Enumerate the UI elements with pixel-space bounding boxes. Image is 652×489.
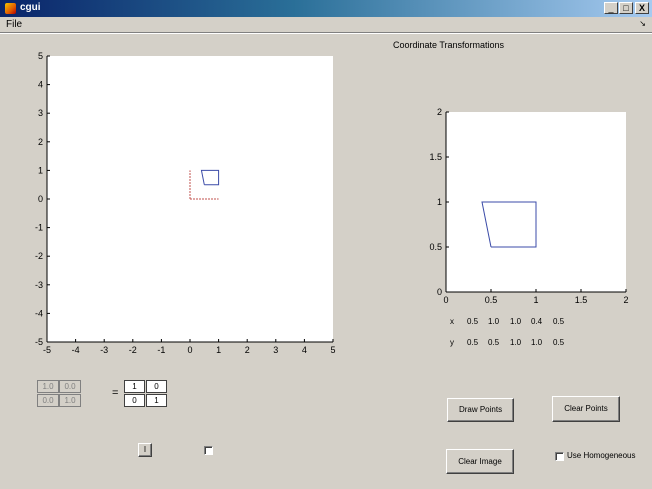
x-value: 1.0 (510, 317, 522, 326)
y-value: 1.0 (531, 338, 543, 347)
y-row-label: y (450, 338, 454, 347)
right-x-tick-label: 0 (443, 295, 448, 305)
x-value: 0.5 (467, 317, 479, 326)
x-row-label: x (450, 317, 454, 326)
y-value: 0.5 (467, 338, 479, 347)
unlabeled-checkbox[interactable] (204, 446, 213, 455)
matrix-left-cell: 0.0 (59, 380, 81, 393)
matrix-left-cell: 1.0 (37, 380, 59, 393)
right-x-tick-label: 2 (623, 295, 628, 305)
right-x-tick-label: 1 (533, 295, 538, 305)
right-y-tick-label: 1 (437, 197, 442, 207)
right-x-tick-label: 1.5 (575, 295, 588, 305)
right-y-tick-label: 0.5 (429, 242, 442, 252)
x-value: 1.0 (488, 317, 500, 326)
x-value: 0.4 (531, 317, 543, 326)
clear-image-button[interactable]: Clear Image (446, 449, 514, 474)
y-value: 1.0 (510, 338, 522, 347)
use-homogeneous-label: Use Homogeneous (567, 451, 636, 460)
y-value: 0.5 (553, 338, 565, 347)
matrix-right-cell[interactable]: 0 (146, 380, 167, 393)
draw-points-button[interactable]: Draw Points (447, 398, 514, 422)
use-homogeneous-checkbox[interactable] (555, 452, 564, 461)
matrix-right-cell[interactable]: 1 (146, 394, 167, 407)
y-value: 0.5 (488, 338, 500, 347)
right-x-tick-label: 0.5 (485, 295, 498, 305)
right-y-tick-label: 2 (437, 107, 442, 117)
matrix-right-cell[interactable]: 1 (124, 380, 145, 393)
equals-sign: = (112, 387, 119, 399)
matrix-left-cell: 0.0 (37, 394, 59, 407)
clear-points-button[interactable]: Clear Points (552, 396, 620, 422)
right-y-tick-label: 1.5 (429, 152, 442, 162)
x-value: 0.5 (553, 317, 565, 326)
identity-button[interactable]: I (138, 443, 152, 457)
matrix-right-cell[interactable]: 0 (124, 394, 145, 407)
matrix-left-cell: 1.0 (59, 394, 81, 407)
right-y-tick-label: 0 (437, 287, 442, 297)
